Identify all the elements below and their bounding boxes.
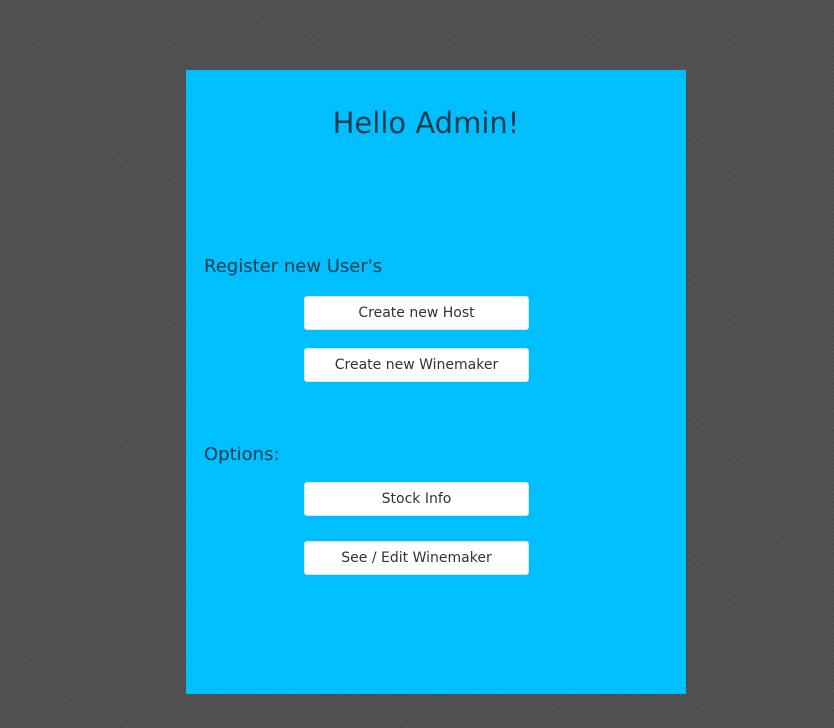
create-host-button[interactable]: Create new Host <box>304 296 529 330</box>
options-section-label: Options: <box>204 444 280 465</box>
create-winemaker-button[interactable]: Create new Winemaker <box>304 348 529 382</box>
register-section-label: Register new User's <box>204 256 383 277</box>
page-title: Hello Admin! <box>332 106 520 140</box>
see-edit-winemaker-button[interactable]: See / Edit Winemaker <box>304 541 529 575</box>
admin-panel: Hello Admin! Register new User's Create … <box>186 70 686 694</box>
stock-info-button[interactable]: Stock Info <box>304 482 529 516</box>
